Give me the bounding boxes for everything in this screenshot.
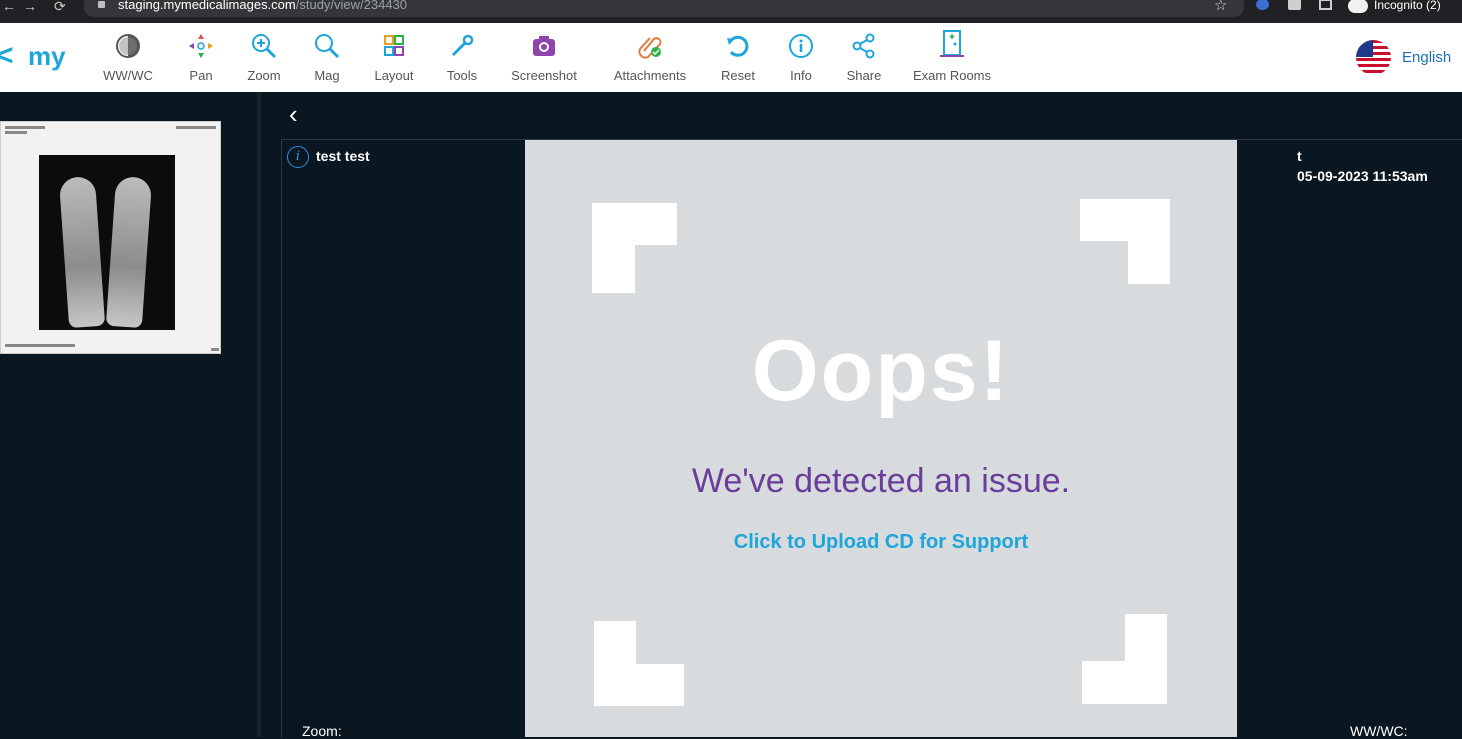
tool-label: Zoom [247, 68, 281, 83]
tool-label: Share [846, 68, 882, 83]
forward-arrow-icon[interactable]: → [23, 0, 37, 14]
contrast-icon [116, 34, 140, 58]
image-viewer: ‹ i test test t 05-09-2023 11:53am Zoom:… [261, 92, 1462, 739]
tool-screenshot[interactable]: Screenshot [504, 23, 584, 92]
tool-label: Screenshot [511, 68, 577, 83]
tool-label: Exam Rooms [912, 68, 992, 83]
layout-grid-icon [384, 35, 404, 56]
tool-exam-rooms[interactable]: Exam Rooms [906, 23, 998, 92]
tool-label: Pan [189, 68, 213, 83]
upload-cd-link[interactable]: Click to Upload CD for Support [525, 531, 1237, 554]
overlay-top-right-line1: t [1297, 148, 1302, 164]
tool-mag[interactable]: Mag [305, 23, 349, 92]
error-headline: Oops! [751, 323, 1011, 419]
series-panel [0, 92, 257, 737]
language-label: English [1402, 49, 1452, 66]
lock-icon [98, 1, 105, 8]
chevron-left-icon[interactable]: ‹ [289, 101, 307, 128]
magnifier-icon [315, 34, 340, 59]
back-arrow-icon[interactable]: ← [2, 0, 16, 14]
side-panel-icon[interactable] [1319, 0, 1332, 10]
url-text[interactable]: staging.mymedicalimages.com/study/view/2… [118, 0, 407, 12]
series-thumbnail[interactable] [0, 121, 221, 354]
tool-label: Attachments [613, 68, 687, 83]
app-toolbar: < my WW/WC Pan Zoom Mag Layout Tools Scr… [0, 23, 1462, 92]
tool-label: Tools [446, 68, 478, 83]
info-icon [789, 34, 813, 58]
tool-wwwc[interactable]: WW/WC [98, 23, 158, 92]
incognito-icon [1348, 0, 1368, 13]
url-host: staging.mymedicalimages.com [118, 0, 296, 12]
incognito-indicator[interactable]: Incognito (2) [1348, 0, 1448, 14]
error-card: Oops! We've detected an issue. Click to … [525, 140, 1237, 737]
pan-icon [189, 34, 213, 58]
share-icon [852, 33, 875, 59]
zoom-in-icon [252, 34, 277, 59]
corner-mark-top-right-stem [1128, 199, 1170, 284]
tool-layout[interactable]: Layout [368, 23, 420, 92]
wrench-icon [451, 34, 474, 57]
error-message: We've detected an issue. [691, 462, 1071, 500]
extensions-icon[interactable] [1288, 0, 1301, 10]
tool-label: Mag [314, 68, 340, 83]
bookmark-star-icon[interactable]: ☆ [1214, 0, 1227, 14]
reload-icon[interactable]: ⟳ [54, 0, 66, 14]
incognito-label: Incognito (2) [1374, 0, 1441, 12]
app-logo[interactable]: < my [0, 35, 72, 75]
corner-mark-bottom-right-base [1082, 661, 1167, 704]
reset-icon [727, 35, 749, 57]
patient-info-icon[interactable]: i [287, 146, 309, 168]
camera-icon [533, 36, 555, 56]
url-path: /study/view/234430 [295, 0, 408, 12]
paperclip-icon [638, 37, 662, 59]
xray-image [39, 155, 175, 330]
tool-label: Info [790, 68, 812, 83]
language-selector[interactable]: English [1356, 40, 1462, 76]
tool-tools[interactable]: Tools [440, 23, 484, 92]
tool-share[interactable]: Share [842, 23, 886, 92]
logo-text: my [28, 41, 66, 71]
corner-mark-top-left-stem [592, 203, 635, 293]
tool-zoom[interactable]: Zoom [240, 23, 288, 92]
password-manager-icon[interactable] [1256, 0, 1269, 10]
study-datetime: 05-09-2023 11:53am [1297, 168, 1428, 184]
tool-label: Layout [374, 68, 414, 83]
browser-chrome: ← → ⟳ staging.mymedicalimages.com/study/… [0, 0, 1462, 23]
tool-label: WW/WC [103, 68, 153, 83]
tool-info[interactable]: Info [780, 23, 822, 92]
tool-pan[interactable]: Pan [178, 23, 224, 92]
corner-mark-bottom-left-base [594, 664, 684, 706]
tool-attachments[interactable]: Attachments [605, 23, 695, 92]
tool-label: Reset [721, 68, 755, 83]
logo-chevron-icon: < [0, 39, 14, 72]
tool-reset[interactable]: Reset [716, 23, 760, 92]
us-flag-icon [1356, 40, 1391, 75]
door-icon [940, 30, 964, 57]
patient-name: test test [316, 148, 370, 164]
